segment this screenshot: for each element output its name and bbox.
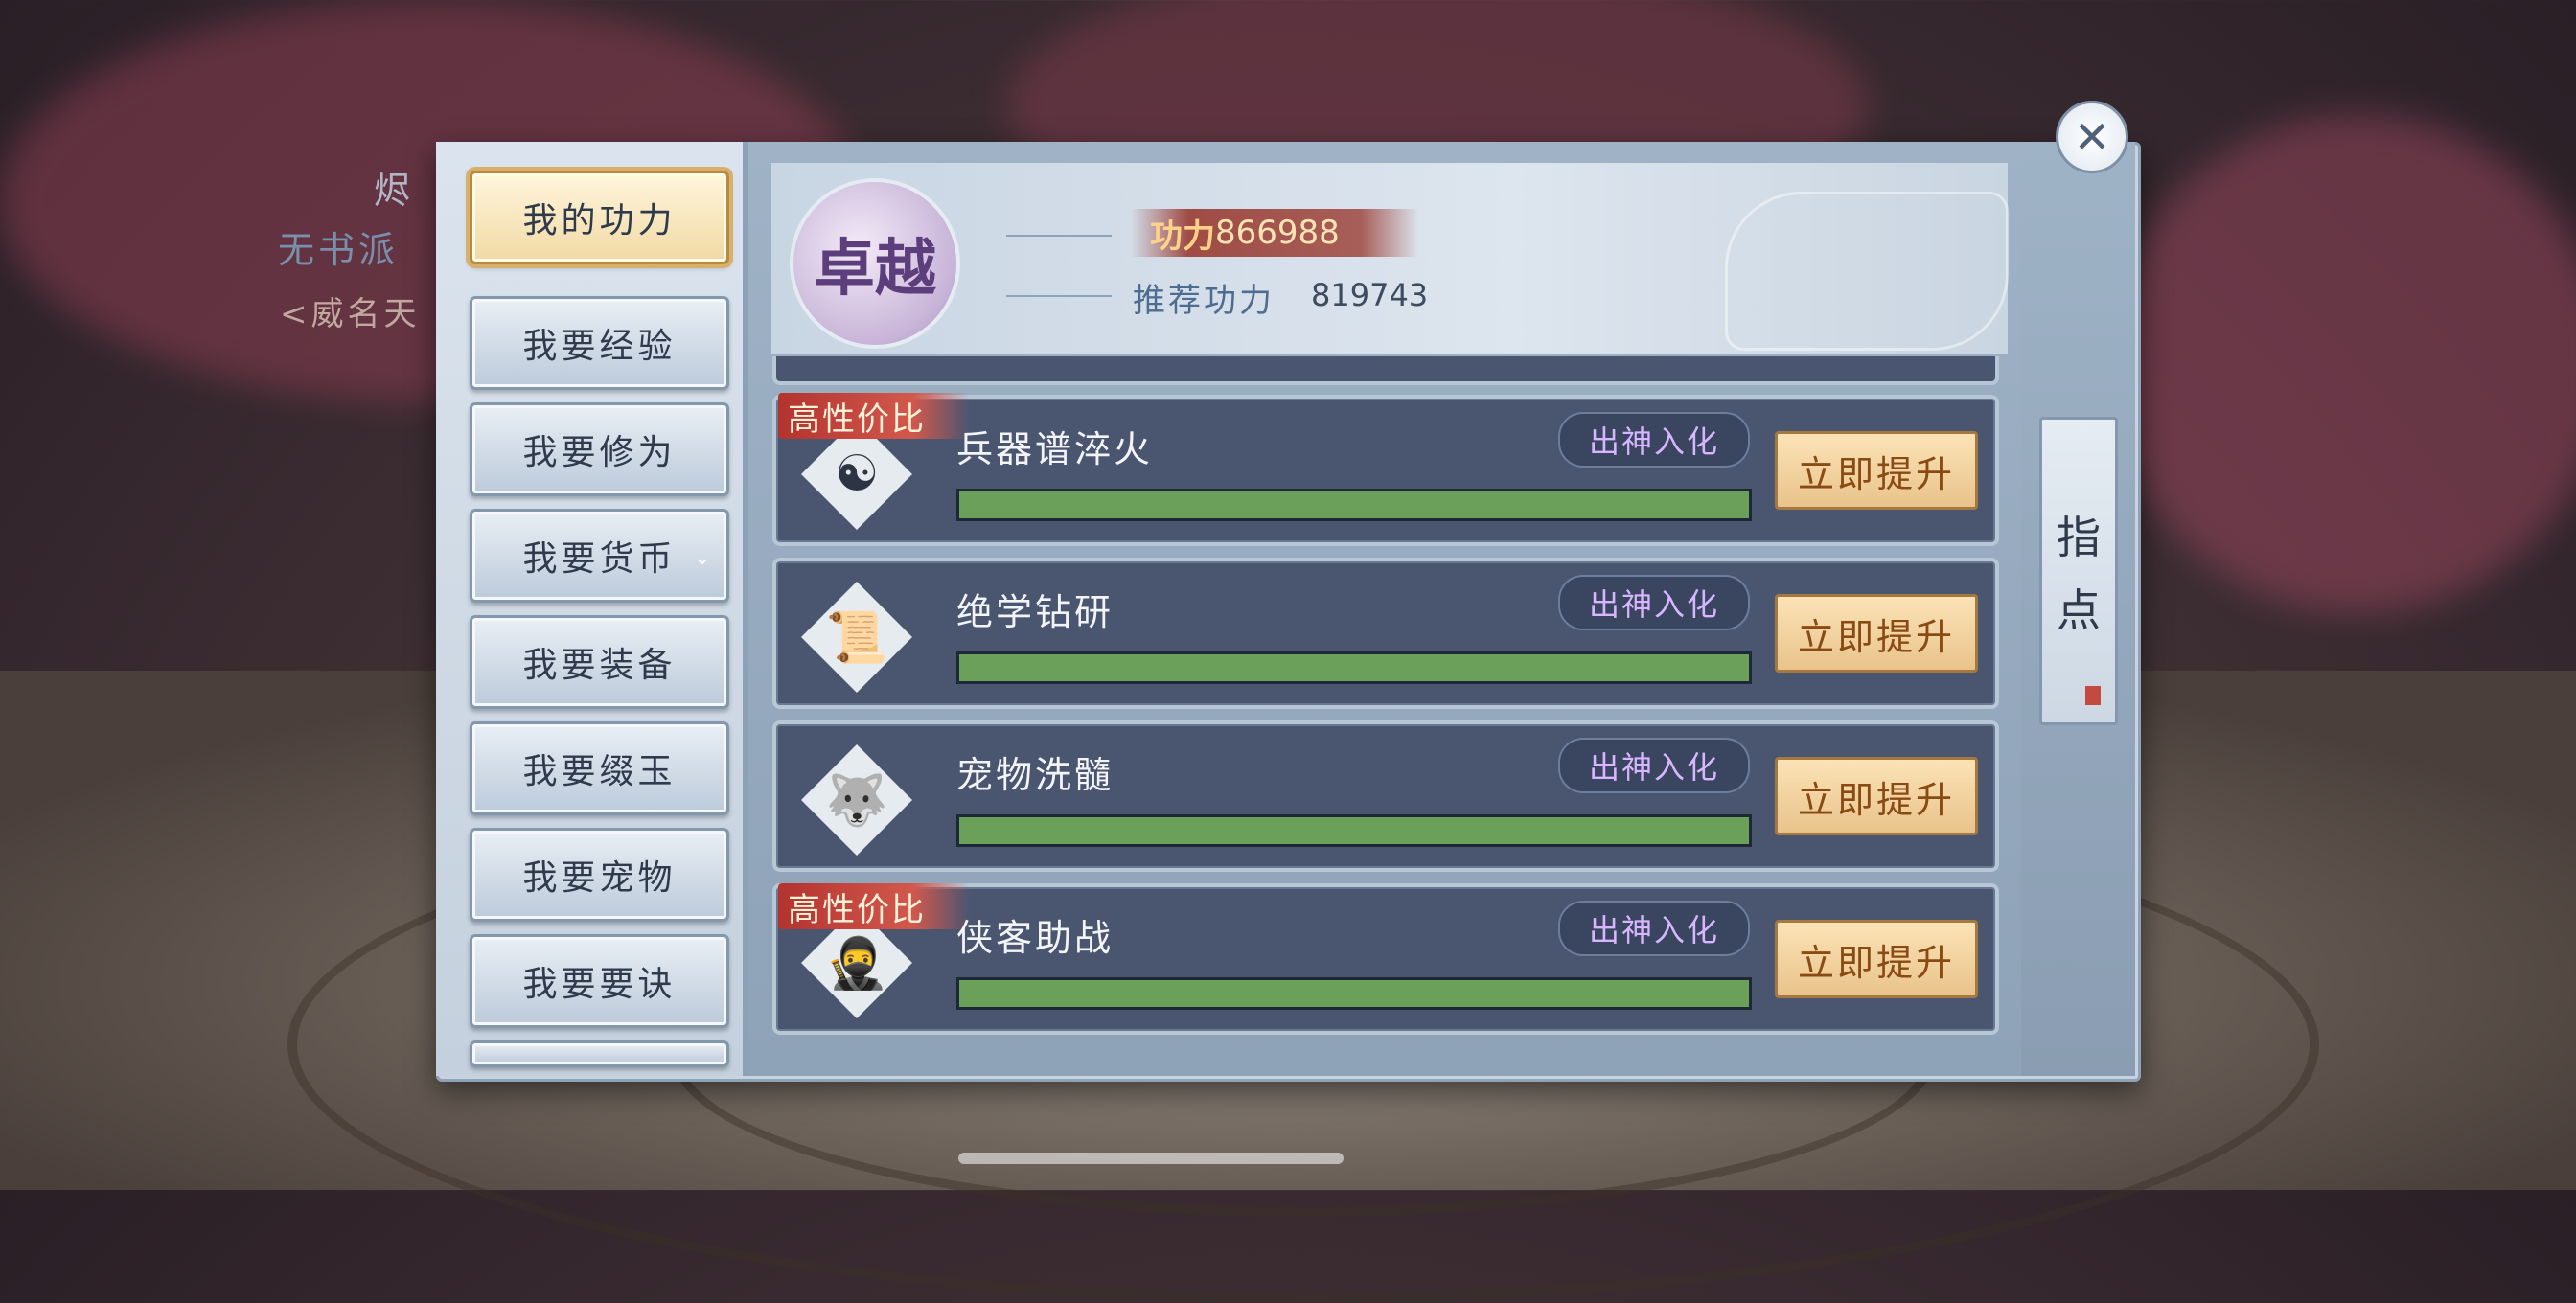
- row-level-tag: 出神入化: [1558, 738, 1750, 793]
- row-progress-bar: [956, 652, 1752, 684]
- sidebar-item-pet[interactable]: 我要宠物: [470, 828, 729, 922]
- guide-char: 点: [2057, 584, 2101, 636]
- rank-badge: 卓越: [794, 182, 956, 345]
- row-title: 绝学钻研: [956, 591, 1115, 633]
- yin-yang-icon: ☯: [834, 446, 880, 503]
- sidebar-item-currency[interactable]: 我要货币 ⌄: [470, 509, 729, 603]
- row-partial: [772, 356, 1999, 385]
- sidebar-item-my-power[interactable]: 我的功力: [470, 171, 729, 264]
- companion-icon: 🥷: [825, 934, 888, 993]
- guide-button[interactable]: 指 点: [2039, 417, 2118, 725]
- home-indicator[interactable]: [958, 1153, 1344, 1164]
- header-divider: [1006, 235, 1112, 237]
- row-title: 兵器谱淬火: [956, 428, 1154, 470]
- sidebar-item-label: 我的功力: [522, 201, 677, 240]
- sidebar-item-label: 我要修为: [522, 433, 677, 472]
- sidebar-item-jade[interactable]: 我要缀玉: [470, 721, 729, 815]
- row-title: 侠客助战: [956, 917, 1115, 959]
- pet-icon: 🐺: [825, 771, 888, 830]
- sidebar-item-partial[interactable]: [470, 1040, 729, 1067]
- sidebar-item-label: 我要装备: [522, 646, 677, 685]
- row-progress-bar: [956, 977, 1752, 1010]
- recommended-power-label: 推荐功力: [1133, 282, 1275, 320]
- row-level-tag: 出神入化: [1558, 575, 1750, 630]
- row-title: 宠物洗髓: [956, 754, 1115, 796]
- power-display: 功力 866988: [1131, 209, 1418, 257]
- recommended-power-value: 819743: [1311, 277, 1429, 313]
- row-level-tag: 出神入化: [1558, 901, 1750, 956]
- guide-char: 指: [2057, 512, 2101, 563]
- power-label: 功力: [1150, 217, 1215, 256]
- power-value: 866988: [1215, 214, 1340, 252]
- value-badge: 高性价比: [778, 393, 970, 439]
- upgrade-now-button[interactable]: 立即提升: [1775, 757, 1978, 835]
- background-blossom: [2108, 115, 2576, 613]
- sidebar-item-label: 我要货币: [522, 539, 677, 579]
- background-guild-name: 无书派: [278, 229, 400, 271]
- upgrade-now-button[interactable]: 立即提升: [1775, 594, 1978, 673]
- close-icon: ✕: [2073, 111, 2111, 163]
- rank-badge-text: 卓越: [814, 233, 936, 305]
- sidebar-item-label: 我要缀玉: [522, 752, 677, 791]
- upgrade-now-button[interactable]: 立即提升: [1775, 431, 1978, 510]
- close-button[interactable]: ✕: [2056, 101, 2128, 173]
- upgrade-now-button[interactable]: 立即提升: [1775, 920, 1978, 998]
- value-badge: 高性价比: [778, 883, 970, 929]
- background-title: <威名天: [280, 295, 421, 333]
- sidebar-item-label: 我要宠物: [522, 858, 677, 898]
- row-progress-bar: [956, 814, 1752, 847]
- sidebar-item-experience[interactable]: 我要经验: [470, 296, 729, 390]
- header-divider: [1006, 295, 1112, 297]
- seal-icon: [2085, 686, 2101, 705]
- scroll-icon: 📜: [825, 608, 888, 667]
- sidebar-item-label: 我要经验: [522, 327, 677, 366]
- background-character-name: 烬: [374, 170, 415, 212]
- sidebar-item-label: 我要要诀: [522, 965, 677, 1004]
- row-icon-frame: 🐺: [801, 744, 912, 856]
- row-icon-frame: 📜: [801, 582, 912, 693]
- sidebar-item-formula[interactable]: 我要要诀: [470, 934, 729, 1028]
- row-progress-bar: [956, 489, 1752, 521]
- row-level-tag: 出神入化: [1558, 412, 1750, 468]
- sidebar-item-equipment[interactable]: 我要装备: [470, 615, 729, 709]
- chevron-down-icon: ⌄: [693, 546, 715, 570]
- sidebar-item-cultivation[interactable]: 我要修为: [470, 402, 729, 496]
- header-cloud-decoration: [1725, 192, 2009, 351]
